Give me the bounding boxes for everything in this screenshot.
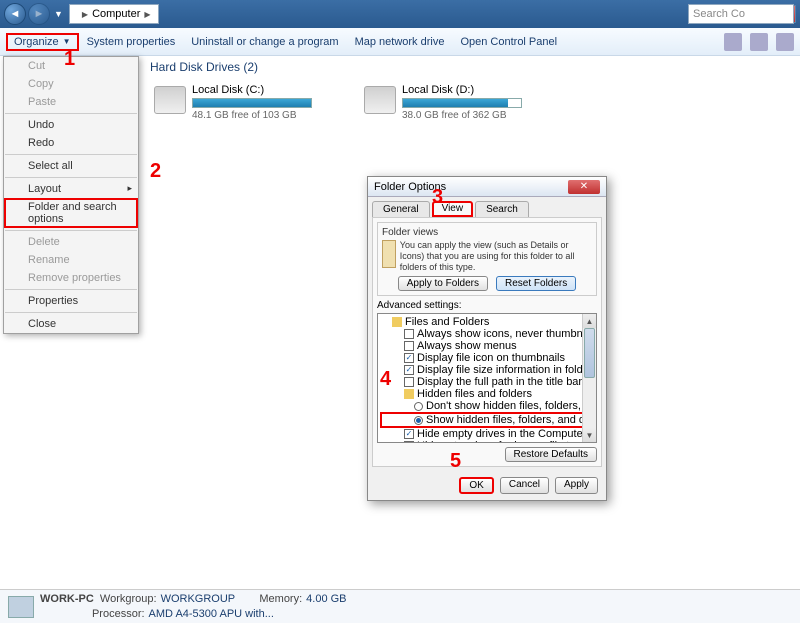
- open-cp-button[interactable]: Open Control Panel: [452, 33, 565, 51]
- show-hidden-option[interactable]: Show hidden files, folders, and drives: [380, 412, 594, 428]
- breadcrumb-root[interactable]: Computer: [92, 8, 140, 20]
- drive-icon: [364, 86, 396, 114]
- scroll-down-icon[interactable]: ▼: [583, 428, 596, 442]
- address-bar[interactable]: ▶ Computer ▶: [69, 4, 159, 24]
- menu-layout[interactable]: Layout: [4, 180, 138, 198]
- ok-button[interactable]: OK: [459, 477, 493, 494]
- toolbar: Organize▼ System properties Uninstall or…: [0, 28, 800, 56]
- menu-remove-props[interactable]: Remove properties: [4, 269, 138, 287]
- help-icon[interactable]: [776, 33, 794, 51]
- menu-paste[interactable]: Paste: [4, 93, 138, 111]
- drive-name: Local Disk (D:): [402, 84, 522, 96]
- menu-rename[interactable]: Rename: [4, 251, 138, 269]
- folder-icon: [392, 317, 402, 327]
- drive-c[interactable]: Local Disk (C:) 48.1 GB free of 103 GB: [154, 84, 324, 121]
- back-button[interactable]: ◄: [4, 3, 26, 25]
- status-pc-name: WORK-PC: [40, 593, 94, 605]
- advanced-label: Advanced settings:: [377, 300, 597, 311]
- menu-copy[interactable]: Copy: [4, 75, 138, 93]
- folder-options-dialog: Folder Options ✕ General View Search Fol…: [367, 176, 607, 501]
- menu-redo[interactable]: Redo: [4, 134, 138, 152]
- caret-down-icon: ▼: [63, 37, 71, 46]
- cancel-button[interactable]: Cancel: [500, 477, 549, 494]
- dialog-titlebar[interactable]: Folder Options ✕: [368, 177, 606, 197]
- history-dropdown-icon[interactable]: ▼: [54, 9, 63, 19]
- advanced-settings-tree[interactable]: Files and Folders Always show icons, nev…: [377, 313, 597, 443]
- scroll-thumb[interactable]: [584, 328, 595, 378]
- apply-to-folders-button[interactable]: Apply to Folders: [398, 276, 488, 291]
- checkbox[interactable]: ✓: [404, 365, 414, 375]
- checkbox[interactable]: [404, 329, 414, 339]
- radio[interactable]: [414, 402, 423, 411]
- drive-free: 48.1 GB free of 103 GB: [192, 110, 312, 121]
- checkbox[interactable]: ✓: [404, 353, 414, 363]
- folder-icon: [404, 389, 414, 399]
- organize-button[interactable]: Organize▼: [6, 33, 79, 51]
- section-header: Hard Disk Drives (2): [140, 56, 800, 78]
- chevron-right-icon: ▶: [82, 10, 88, 19]
- menu-properties[interactable]: Properties: [4, 292, 138, 310]
- dialog-tabs: General View Search: [368, 197, 606, 217]
- drive-icon: [154, 86, 186, 114]
- group-title: Folder views: [382, 227, 592, 238]
- scroll-up-icon[interactable]: ▲: [583, 314, 596, 328]
- menu-delete[interactable]: Delete: [4, 233, 138, 251]
- dialog-title: Folder Options: [374, 181, 446, 193]
- drive-name: Local Disk (C:): [192, 84, 312, 96]
- reset-folders-button[interactable]: Reset Folders: [496, 276, 576, 291]
- dialog-close-button[interactable]: ✕: [568, 180, 600, 194]
- apply-button[interactable]: Apply: [555, 477, 598, 494]
- restore-defaults-button[interactable]: Restore Defaults: [505, 447, 597, 462]
- capacity-bar: [192, 98, 312, 108]
- status-bar: WORK-PC Workgroup:WORKGROUP Memory:4.00 …: [0, 589, 800, 623]
- folder-views-text: You can apply the view (such as Details …: [400, 240, 592, 272]
- uninstall-button[interactable]: Uninstall or change a program: [183, 33, 346, 51]
- system-properties-button[interactable]: System properties: [79, 33, 184, 51]
- checkbox[interactable]: ✓: [404, 429, 414, 439]
- radio[interactable]: [414, 416, 423, 425]
- tab-view[interactable]: View: [432, 201, 474, 217]
- drive-d[interactable]: Local Disk (D:) 38.0 GB free of 362 GB: [364, 84, 534, 121]
- window-titlebar: ◄ ► ▼ ▶ Computer ▶ — □ ✕: [0, 0, 800, 28]
- view-options-icon[interactable]: [724, 33, 742, 51]
- capacity-bar: [402, 98, 522, 108]
- menu-select-all[interactable]: Select all: [4, 157, 138, 175]
- organize-menu: Cut Copy Paste Undo Redo Select all Layo…: [3, 56, 139, 334]
- menu-cut[interactable]: Cut: [4, 57, 138, 75]
- checkbox[interactable]: [404, 377, 414, 387]
- menu-folder-options[interactable]: Folder and search options: [4, 198, 138, 228]
- tree-scrollbar[interactable]: ▲ ▼: [582, 314, 596, 442]
- tab-search[interactable]: Search: [475, 201, 529, 217]
- folder-views-icon: [382, 240, 396, 268]
- preview-pane-icon[interactable]: [750, 33, 768, 51]
- folder-views-group: Folder views You can apply the view (suc…: [377, 222, 597, 296]
- chevron-right-icon[interactable]: ▶: [144, 10, 150, 19]
- search-placeholder: Search Co: [693, 8, 745, 20]
- map-drive-button[interactable]: Map network drive: [347, 33, 453, 51]
- search-input[interactable]: Search Co: [688, 4, 794, 24]
- menu-close[interactable]: Close: [4, 315, 138, 333]
- forward-button[interactable]: ►: [28, 3, 50, 25]
- checkbox[interactable]: [404, 441, 414, 443]
- checkbox[interactable]: [404, 341, 414, 351]
- computer-icon: [8, 596, 34, 618]
- drive-free: 38.0 GB free of 362 GB: [402, 110, 522, 121]
- menu-undo[interactable]: Undo: [4, 116, 138, 134]
- tab-general[interactable]: General: [372, 201, 430, 217]
